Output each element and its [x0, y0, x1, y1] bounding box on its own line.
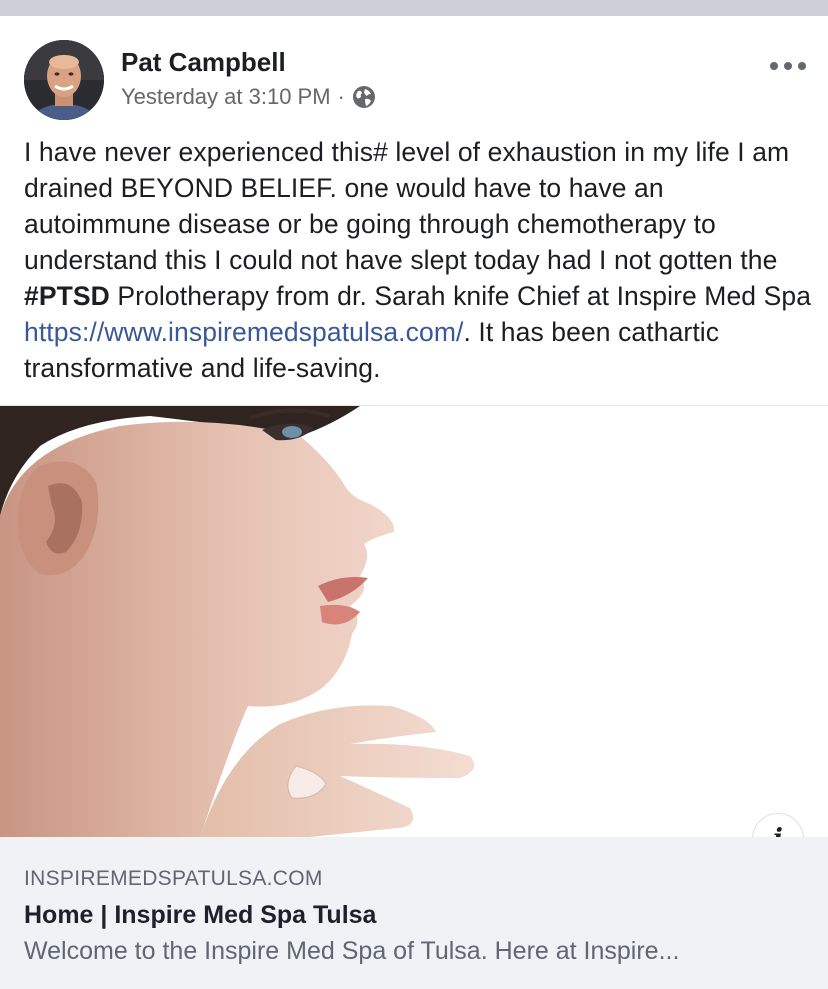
author-name[interactable]: Pat Campbell	[121, 47, 286, 78]
link-domain: INSPIREMEDSPATULSA.COM	[24, 867, 323, 890]
meta-separator: ·	[337, 84, 345, 109]
post-meta: Yesterday at 3:10 PM ·	[121, 84, 376, 110]
post-text-part1: I have never experienced this# level of …	[24, 137, 790, 275]
post-message: I have never experienced this# level of …	[24, 134, 814, 386]
link-description: Welcome to the Inspire Med Spa of Tulsa.…	[24, 937, 680, 965]
more-options-icon[interactable]	[770, 56, 806, 76]
post-header: Pat Campbell Yesterday at 3:10 PM ·	[0, 16, 828, 126]
link-preview-card[interactable]: i INSPIREMEDSPATULSA.COM Home | Inspire …	[0, 405, 828, 989]
feed-background-strip	[0, 0, 828, 16]
woman-profile-illustration	[0, 406, 828, 837]
post-text-part2: Prolotherapy from dr. Sarah knife Chief …	[109, 281, 812, 311]
post-timestamp[interactable]: Yesterday at 3:10 PM	[121, 84, 331, 110]
author-avatar[interactable]	[24, 40, 104, 120]
hashtag-link[interactable]: #PTSD	[24, 281, 110, 311]
link-preview-footer[interactable]: INSPIREMEDSPATULSA.COM Home | Inspire Me…	[0, 837, 828, 989]
avatar-photo	[24, 40, 104, 120]
link-preview-image[interactable]	[0, 405, 828, 837]
globe-icon[interactable]	[352, 85, 376, 109]
feed-post: Pat Campbell Yesterday at 3:10 PM · I ha…	[0, 16, 828, 989]
inline-url-link[interactable]: https://www.inspiremedspatulsa.com/	[24, 317, 463, 347]
link-title[interactable]: Home | Inspire Med Spa Tulsa	[24, 901, 376, 930]
